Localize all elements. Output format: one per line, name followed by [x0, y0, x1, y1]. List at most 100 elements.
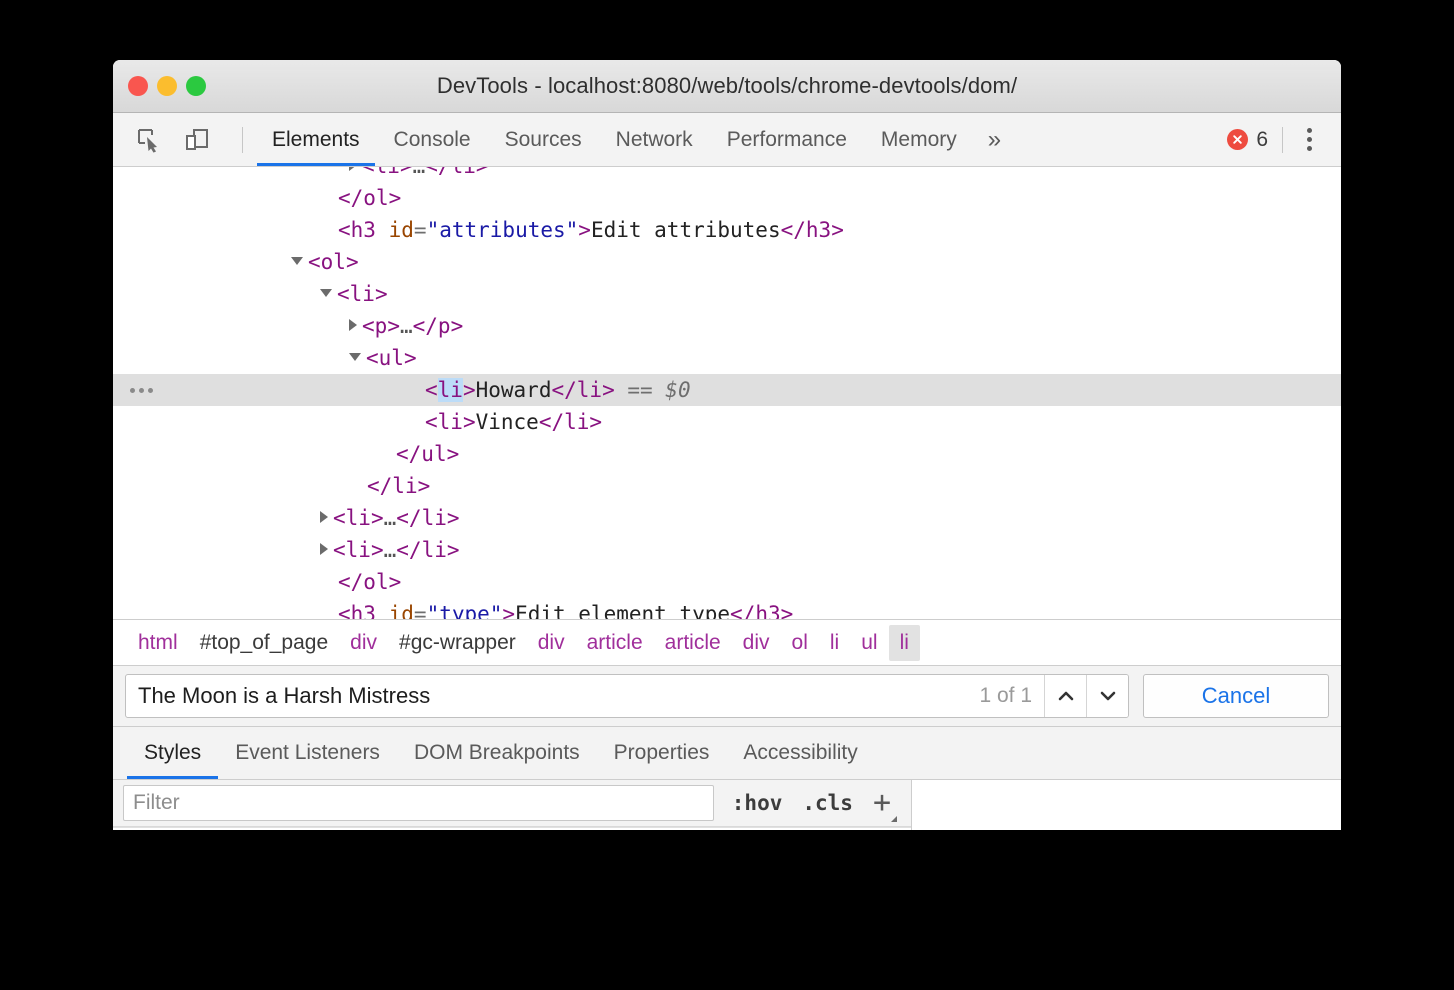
styles-left-column: :hov .cls + — [113, 780, 912, 830]
tab-performance[interactable]: Performance — [710, 113, 864, 166]
dom-row-code: <ul> — [113, 342, 417, 374]
search-input[interactable] — [126, 683, 967, 709]
device-toolbar-icon[interactable] — [180, 123, 214, 157]
code-token-tag: ol — [363, 570, 388, 594]
collapse-arrow-icon[interactable] — [349, 167, 357, 171]
sidebar-tab-accessibility[interactable]: Accessibility — [726, 727, 874, 779]
code-token-punct: > — [389, 570, 402, 594]
collapse-arrow-icon[interactable] — [349, 319, 357, 331]
toolbar-right-group: 6 — [1227, 113, 1329, 166]
error-count: 6 — [1256, 128, 1268, 152]
dom-row[interactable]: <li>…</li> — [113, 502, 1341, 534]
dom-row[interactable]: <li> — [113, 278, 1341, 310]
sidebar-tab-dom-breakpoints[interactable]: DOM Breakpoints — [397, 727, 597, 779]
row-overflow-icon[interactable] — [130, 374, 153, 406]
breadcrumb-item-ul[interactable]: ul — [850, 625, 888, 661]
close-button[interactable] — [128, 76, 148, 96]
sidebar-tab-event-listeners[interactable]: Event Listeners — [218, 727, 397, 779]
sidebar-tab-properties[interactable]: Properties — [597, 727, 727, 779]
sidebar-tab-styles[interactable]: Styles — [127, 727, 218, 779]
more-tabs-icon[interactable]: » — [974, 113, 1015, 166]
cancel-label: Cancel — [1202, 683, 1270, 709]
twisty-spacer-icon — [320, 197, 333, 198]
error-badge[interactable]: 6 — [1227, 128, 1282, 152]
cls-button[interactable]: .cls — [802, 791, 853, 815]
hov-button[interactable]: :hov — [732, 791, 783, 815]
search-prev-button[interactable] — [1044, 675, 1086, 717]
dom-row[interactable]: <li>…</li> — [113, 534, 1341, 566]
breadcrumb-item-ol[interactable]: ol — [781, 625, 819, 661]
code-token-tag: li — [350, 282, 375, 306]
expand-arrow-icon[interactable] — [320, 289, 332, 297]
code-token-tag: h3 — [806, 218, 831, 242]
code-token-txt: Edit element type — [515, 602, 730, 619]
sidebar-tab-label: Styles — [144, 741, 201, 765]
dom-row[interactable]: <ol> — [113, 246, 1341, 278]
window-title: DevTools - localhost:8080/web/tools/chro… — [113, 73, 1341, 99]
dom-tree[interactable]: <li>…</li></ol><h3 id="attributes">Edit … — [113, 167, 1341, 619]
breadcrumb-item-topofpage[interactable]: #top_of_page — [189, 625, 339, 661]
dom-row-code: </ol> — [113, 566, 401, 598]
search-field[interactable]: 1 of 1 — [125, 674, 1129, 718]
breadcrumb-item-li[interactable]: li — [889, 625, 920, 661]
breadcrumb[interactable]: html#top_of_pagediv#gc-wrapperdivarticle… — [113, 619, 1341, 666]
breadcrumb-item-article[interactable]: article — [576, 625, 654, 661]
code-token-punct: < — [362, 167, 375, 178]
breadcrumb-item-div[interactable]: div — [732, 625, 781, 661]
sidebar-tabs[interactable]: Styles Event Listeners DOM BreakpointsProp… — [113, 727, 1341, 780]
breadcrumb-item-html[interactable]: html — [127, 625, 189, 661]
breadcrumb-item-li[interactable]: li — [819, 625, 850, 661]
dom-row[interactable]: </ul> — [113, 438, 1341, 470]
tab-memory[interactable]: Memory — [864, 113, 974, 166]
collapse-arrow-icon[interactable] — [320, 511, 328, 523]
new-style-rule-button[interactable]: + — [873, 788, 895, 818]
breadcrumb-item-div[interactable]: div — [339, 625, 388, 661]
code-token-punct: > — [602, 378, 615, 402]
breadcrumb-item-article[interactable]: article — [654, 625, 732, 661]
collapse-arrow-icon[interactable] — [320, 543, 328, 555]
tab-sources[interactable]: Sources — [488, 113, 599, 166]
code-token-punct: > — [463, 378, 476, 402]
inspect-element-icon[interactable] — [132, 123, 166, 157]
breadcrumb-item-div[interactable]: div — [527, 625, 576, 661]
breadcrumb-item-gc-wrapper[interactable]: #gc-wrapper — [388, 625, 527, 661]
styles-filter-row: :hov .cls + — [113, 780, 911, 827]
dom-row-code: <h3 id="attributes">Edit attributes</h3> — [113, 214, 844, 246]
tab-elements[interactable]: Elements — [255, 113, 377, 166]
code-token-tag: li — [577, 378, 602, 402]
code-token-punct: > — [502, 602, 515, 619]
dom-row[interactable]: <li>Vince</li> — [113, 406, 1341, 438]
devtools-window: DevTools - localhost:8080/web/tools/chro… — [113, 60, 1341, 830]
code-token-attr: id — [389, 602, 414, 619]
dom-row[interactable]: </ol> — [113, 566, 1341, 598]
code-token-txt — [376, 602, 389, 619]
dom-row[interactable]: <h3 id="attributes">Edit attributes</h3> — [113, 214, 1341, 246]
expand-arrow-icon[interactable] — [291, 257, 303, 265]
dom-row[interactable]: <ul> — [113, 342, 1341, 374]
tab-console[interactable]: Console — [377, 113, 488, 166]
devtools-menu-icon[interactable] — [1289, 120, 1329, 160]
styles-filter-input[interactable] — [123, 785, 714, 821]
tab-network[interactable]: Network — [599, 113, 710, 166]
dom-row[interactable]: </ol> — [113, 182, 1341, 214]
code-token-punct: < — [366, 346, 379, 370]
dom-row[interactable]: </li> — [113, 470, 1341, 502]
dom-row-code: <p>…</p> — [113, 310, 463, 342]
dom-row[interactable]: <h3 id="type">Edit element type</h3> — [113, 598, 1341, 619]
code-token-punct: </ — [367, 474, 392, 498]
dom-row-selected[interactable]: <li>Howard</li> == $0 — [113, 374, 1341, 406]
window-controls[interactable] — [128, 76, 206, 96]
chevron-down-icon — [1098, 689, 1118, 703]
computed-box-model-pane — [912, 780, 1341, 830]
cancel-button[interactable]: Cancel — [1143, 674, 1329, 718]
dom-row[interactable]: <p>…</p> — [113, 310, 1341, 342]
expand-arrow-icon[interactable] — [349, 353, 361, 361]
sidebar-tab-label: Event Listeners — [235, 741, 380, 765]
code-token-attr: id — [389, 218, 414, 242]
dom-row[interactable]: <li>…</li> — [113, 167, 1341, 182]
search-next-button[interactable] — [1086, 675, 1128, 717]
maximize-button[interactable] — [186, 76, 206, 96]
minimize-button[interactable] — [157, 76, 177, 96]
code-token-punct: </ — [396, 442, 421, 466]
code-token-tag: li — [375, 167, 400, 178]
